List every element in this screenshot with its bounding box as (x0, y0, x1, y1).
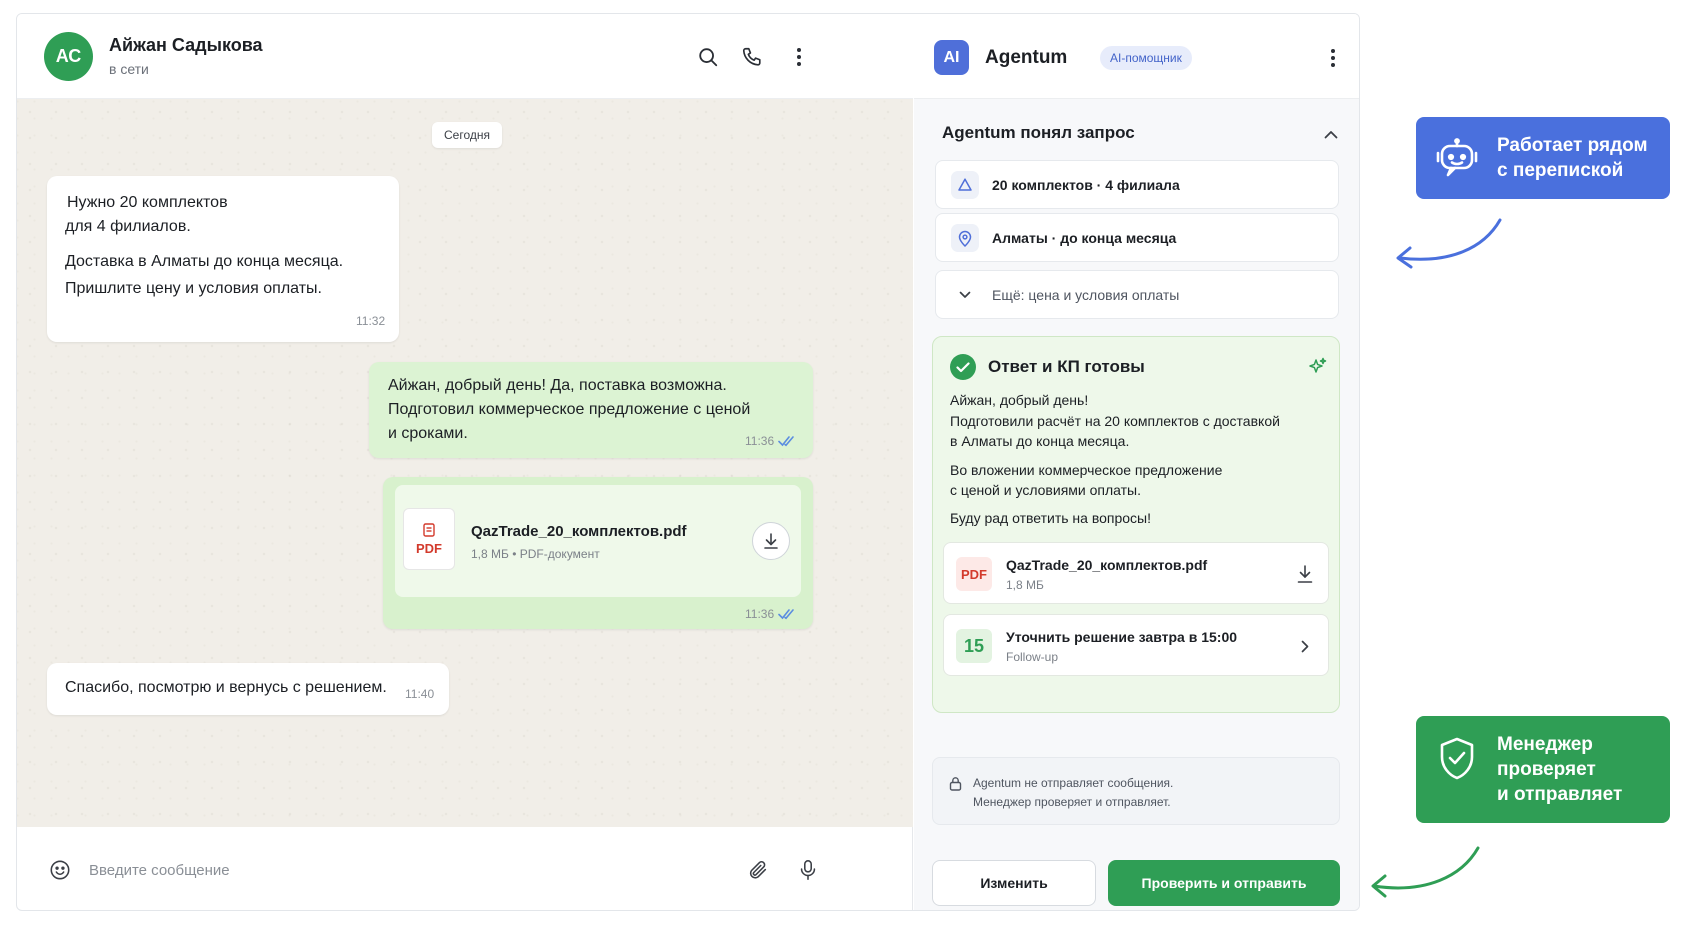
callout-line: Работает рядом (1497, 135, 1648, 156)
notice-line: Менеджер проверяет и отправляет. (973, 795, 1171, 809)
callout-line: и отправляет (1497, 784, 1623, 805)
answer-text: в Алматы до конца месяца. (950, 433, 1130, 449)
chevron-right-icon (1292, 633, 1318, 659)
message-time: 11:40 (405, 687, 435, 701)
attachment-name: QazTrade_20_комплектов.pdf (1006, 557, 1208, 573)
more-facts-text: Ещё: цена и условия оплаты (992, 287, 1180, 303)
message-time: 11:36 (745, 607, 775, 621)
fact-text: 20 комплектов · 4 филиала (992, 177, 1180, 193)
phone-icon[interactable] (737, 42, 767, 72)
chevron-up-icon[interactable] (1319, 122, 1343, 146)
callout-line: Менеджер (1497, 734, 1593, 755)
answer-title: Ответ и КП готовы (988, 357, 1145, 376)
review-send-button[interactable]: Проверить и отправить (1108, 860, 1340, 906)
followup-subtitle: Follow-up (1006, 650, 1059, 664)
fact-quantity: 20 комплектов · 4 филиала (935, 160, 1339, 209)
file-attachment[interactable]: PDF QazTrade_20_комплектов.pdf 1,8 МБ • … (395, 485, 801, 597)
message-text: Нужно 20 комплектов (67, 194, 228, 211)
ai-badge: AI (934, 40, 969, 75)
avatar[interactable]: АС (44, 32, 93, 81)
more-vertical-icon[interactable] (784, 42, 814, 72)
fact-location: Алматы · до конца месяца (935, 213, 1339, 262)
answer-text: Подготовили расчёт на 20 комплектов с до… (950, 413, 1280, 429)
message-text: Спасибо, посмотрю и вернусь с решением. (65, 679, 387, 696)
message-input[interactable] (89, 855, 729, 885)
followup-title: Уточнить решение завтра в 15:00 (1006, 629, 1238, 645)
answer-text: с ценой и условиями оплаты. (950, 482, 1141, 498)
attachment-size: 1,8 МБ (1006, 578, 1044, 592)
answer-attachment[interactable]: PDF QazTrade_20_комплектов.pdf 1,8 МБ (943, 542, 1329, 604)
message-text: Доставка в Алматы до конца месяца. (65, 253, 344, 270)
assistant-tag: AI-помощник (1100, 46, 1192, 70)
message-text: Подготовил коммерческое предложение с це… (388, 401, 751, 418)
answer-text: Во вложении коммерческое предложение (950, 462, 1223, 478)
message-composer (25, 835, 905, 905)
callout-line: с перепиской (1497, 160, 1624, 181)
contact-name[interactable]: Айжан Садыкова (109, 35, 263, 56)
notice-line: Agentum не отправляет сообщения. (973, 776, 1174, 790)
callout-text: Работает рядом с перепиской (1497, 133, 1648, 183)
message-text: и сроками. (388, 425, 468, 442)
understood-section-title: Agentum понял запрос (942, 123, 1135, 142)
sparkle-icon[interactable] (1305, 354, 1331, 380)
assistant-pane: AI Agentum AI-помощник Agentum понял зап… (914, 14, 1359, 910)
search-icon[interactable] (693, 42, 723, 72)
app-window: АС Айжан Садыкова в сети Сегодня Нужно 2… (16, 13, 1360, 911)
fact-text: Алматы · до конца месяца (992, 230, 1177, 246)
message-outgoing[interactable]: Айжан, добрый день! Да, поставка возможн… (369, 362, 813, 458)
message-incoming[interactable]: Спасибо, посмотрю и вернусь с решением. … (47, 663, 449, 715)
more-facts-toggle[interactable]: Ещё: цена и условия оплаты (935, 270, 1339, 319)
message-outgoing-file[interactable]: PDF QazTrade_20_комплектов.pdf 1,8 МБ • … (383, 477, 813, 629)
assistant-header: AI Agentum AI-помощник (914, 14, 1359, 99)
download-button[interactable] (752, 522, 790, 560)
location-icon (951, 224, 979, 252)
answer-text: Айжан, добрый день! (950, 392, 1089, 408)
arrow-to-send-button (1371, 846, 1480, 898)
download-icon[interactable] (1292, 561, 1318, 587)
safety-notice: Agentum не отправляет сообщения. Менедже… (932, 757, 1340, 825)
check-circle-icon (950, 354, 976, 380)
bell-icon (951, 171, 979, 199)
double-check-icon (778, 434, 798, 452)
pdf-file-icon: PDF (403, 508, 455, 570)
assistant-title: Agentum (985, 47, 1068, 68)
message-text: Пришлите цену и условия оплаты. (65, 280, 322, 297)
message-time: 11:36 (745, 434, 775, 448)
double-check-icon (778, 607, 798, 625)
calendar-day: 15 (956, 629, 992, 663)
answer-card: Ответ и КП готовы Айжан, добрый день! По… (932, 336, 1340, 713)
callout-manager-checks: Менеджер проверяет и отправляет (1416, 716, 1670, 823)
file-meta: 1,8 МБ • PDF-документ (471, 547, 600, 561)
shield-check-icon (1434, 736, 1480, 782)
answer-text: Буду рад ответить на вопросы! (950, 510, 1152, 526)
edit-button[interactable]: Изменить (932, 860, 1096, 906)
message-text: Айжан, добрый день! Да, поставка возможн… (388, 377, 727, 394)
followup-reminder[interactable]: 15 Уточнить решение завтра в 15:00 Follo… (943, 614, 1329, 676)
callout-works-alongside: Работает рядом с перепиской (1416, 117, 1670, 199)
lock-icon (946, 774, 964, 792)
chat-pane: АС Айжан Садыкова в сети Сегодня Нужно 2… (17, 14, 913, 910)
emoji-icon[interactable] (45, 855, 75, 885)
arrow-to-assistant (1396, 218, 1502, 269)
pdf-file-icon: PDF (956, 557, 992, 591)
callout-line: проверяет (1497, 759, 1596, 780)
contact-status: в сети (109, 61, 149, 77)
file-name[interactable]: QazTrade_20_комплектов.pdf (471, 523, 687, 540)
paperclip-icon[interactable] (743, 855, 773, 885)
notice-text: Agentum не отправляет сообщения. Менедже… (973, 774, 1173, 812)
callout-text: Менеджер проверяет и отправляет (1497, 732, 1622, 807)
chevron-down-icon (951, 281, 979, 309)
message-incoming[interactable]: Нужно 20 комплектов для 4 филиалов. Дост… (47, 176, 399, 342)
more-vertical-icon[interactable] (1318, 43, 1348, 73)
message-time: 11:32 (356, 314, 386, 328)
pdf-label: PDF (416, 540, 442, 556)
download-icon (764, 533, 778, 549)
chat-header: АС Айжан Садыкова в сети (17, 14, 913, 99)
date-chip: Сегодня (432, 122, 502, 148)
message-text: для 4 филиалов. (65, 218, 191, 235)
robot-icon (1434, 135, 1480, 181)
chat-messages[interactable]: Сегодня Нужно 20 комплектов для 4 филиал… (17, 99, 913, 827)
microphone-icon[interactable] (793, 855, 823, 885)
